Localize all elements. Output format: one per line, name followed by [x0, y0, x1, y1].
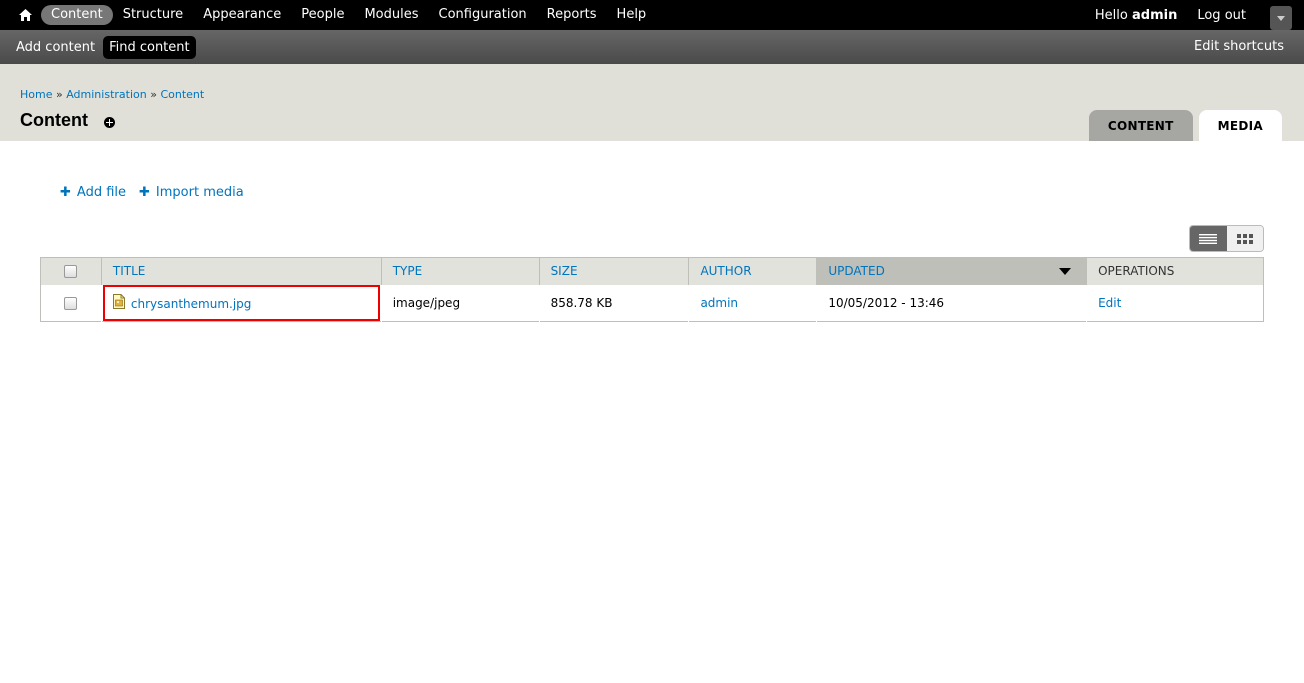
toolbar-item-appearance[interactable]: Appearance — [193, 5, 291, 25]
chevron-down-icon — [1277, 15, 1285, 21]
sort-author-link[interactable]: AUTHOR — [700, 264, 751, 278]
toolbar-item-reports[interactable]: Reports — [537, 5, 607, 25]
page-header: Home » Administration » Content Content … — [0, 64, 1304, 141]
sort-type-link[interactable]: TYPE — [393, 264, 422, 278]
add-file-label: Add file — [76, 185, 127, 200]
updated-cell: 10/05/2012 - 13:46 — [816, 284, 1087, 322]
sort-descending-icon[interactable] — [1059, 268, 1072, 275]
import-media-label: Import media — [155, 185, 244, 200]
column-header-title: TITLE — [100, 257, 382, 285]
list-icon — [1199, 233, 1218, 244]
column-header-operations: OPERATIONS — [1086, 257, 1264, 285]
toolbar-item-structure[interactable]: Structure — [113, 5, 193, 25]
breadcrumb-content[interactable]: Content — [160, 88, 204, 101]
toolbar-item-help[interactable]: Help — [607, 5, 657, 25]
sort-size-link[interactable]: SIZE — [551, 264, 578, 278]
sort-title-link[interactable]: TITLE — [113, 264, 145, 278]
drawer-toggle-button[interactable] — [1270, 6, 1292, 30]
plus-icon: ✚ — [139, 185, 150, 200]
breadcrumb-separator: » — [146, 88, 161, 101]
image-file-icon — [112, 294, 125, 310]
edit-shortcuts-link[interactable]: Edit shortcuts — [1194, 30, 1284, 64]
title-cell: chrysanthemum.jpg — [100, 284, 382, 322]
row-select-cell — [40, 284, 102, 322]
select-all-checkbox[interactable] — [64, 265, 78, 279]
operations-cell: Edit — [1086, 284, 1264, 322]
column-header-type: TYPE — [380, 257, 540, 285]
toolbar-menu: Content Structure Appearance People Modu… — [10, 0, 656, 30]
import-media-link[interactable]: ✚ Import media — [139, 185, 244, 200]
table-header-row: TITLE TYPE SIZE AUTHOR UPDATED OPERATION… — [40, 257, 1264, 285]
size-cell: 858.78 KB — [538, 284, 689, 322]
username-link[interactable]: admin — [1132, 8, 1177, 23]
select-all-cell — [40, 257, 102, 285]
toolbar-user: Hello admin Log out — [1095, 0, 1304, 30]
file-title-link[interactable]: chrysanthemum.jpg — [131, 297, 252, 311]
breadcrumb-separator: » — [52, 88, 67, 101]
tab-media[interactable]: MEDIA — [1198, 110, 1282, 141]
user-greeting: Hello admin — [1095, 8, 1197, 23]
plus-icon: ✚ — [60, 185, 71, 200]
page-title: Content — [20, 110, 88, 130]
add-file-link[interactable]: ✚ Add file — [60, 185, 126, 200]
tab-content[interactable]: CONTENT — [1088, 110, 1193, 141]
media-table: TITLE TYPE SIZE AUTHOR UPDATED OPERATION… — [40, 257, 1264, 322]
grid-view-button[interactable] — [1226, 226, 1263, 251]
column-header-size: SIZE — [538, 257, 689, 285]
list-view-button[interactable] — [1190, 226, 1227, 251]
toolbar-item-people[interactable]: People — [291, 5, 354, 25]
add-shortcut-icon[interactable] — [104, 117, 115, 128]
breadcrumb-home[interactable]: Home — [20, 88, 52, 101]
column-header-author: AUTHOR — [688, 257, 817, 285]
action-links: ✚ Add file ✚ Import media — [60, 185, 257, 200]
admin-toolbar: Content Structure Appearance People Modu… — [0, 0, 1304, 30]
view-switcher — [1189, 225, 1264, 252]
shortcut-add-content[interactable]: Add content — [10, 36, 101, 59]
toolbar-item-content[interactable]: Content — [41, 5, 113, 25]
shortcut-links: Add content Find content — [10, 35, 198, 59]
type-cell: image/jpeg — [380, 284, 540, 322]
home-icon[interactable] — [10, 0, 40, 30]
author-cell: admin — [688, 284, 817, 322]
primary-tabs: CONTENT MEDIA — [1083, 110, 1282, 141]
sort-updated-link[interactable]: UPDATED — [828, 264, 884, 278]
breadcrumb-administration[interactable]: Administration — [66, 88, 147, 101]
logout-link[interactable]: Log out — [1197, 8, 1270, 23]
breadcrumb: Home » Administration » Content — [20, 88, 204, 101]
grid-icon — [1236, 233, 1253, 244]
row-checkbox[interactable] — [64, 296, 78, 310]
author-link[interactable]: admin — [700, 296, 738, 310]
table-row: chrysanthemum.jpg image/jpeg 858.78 KB a… — [40, 284, 1264, 322]
column-header-updated: UPDATED — [816, 257, 1087, 285]
greeting-prefix: Hello — [1094, 7, 1132, 23]
shortcut-find-content[interactable]: Find content — [103, 35, 196, 59]
toolbar-item-configuration[interactable]: Configuration — [429, 5, 537, 25]
edit-link[interactable]: Edit — [1098, 296, 1121, 310]
shortcut-bar: Add content Find content Edit shortcuts — [0, 30, 1304, 64]
toolbar-item-modules[interactable]: Modules — [354, 5, 428, 25]
